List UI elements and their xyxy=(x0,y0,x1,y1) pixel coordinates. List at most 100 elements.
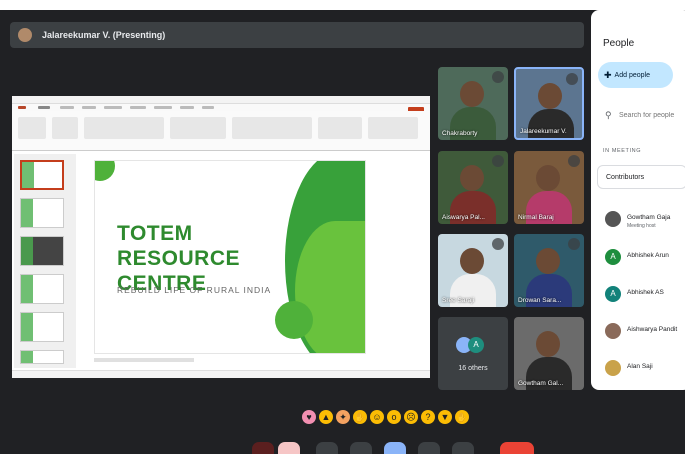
slide-subtitle: REBUILD LIFE OF RURAL INDIA xyxy=(117,285,272,295)
participant-video xyxy=(536,248,560,274)
participant-name: Aiswarya Pal... xyxy=(442,214,485,221)
call-controls xyxy=(0,440,685,454)
participant-tile[interactable]: Drowan Sara... xyxy=(514,234,584,307)
presenter-name: Jalareekumar V. (Presenting) xyxy=(42,30,166,40)
ppt-tab-file xyxy=(18,106,26,109)
slide-thumbnail xyxy=(20,350,64,364)
mic-off-icon xyxy=(492,238,504,250)
slide-decoration xyxy=(95,161,115,181)
person-name: Gowtham Gaja xyxy=(627,214,671,221)
reactions-bar: ♥ ▲ ✦ ✋ ☺ o ☹ ? ▼ ✋ xyxy=(302,410,469,424)
ppt-titlebar xyxy=(12,96,430,104)
participant-video xyxy=(528,109,574,138)
contributors-group[interactable]: Contributors xyxy=(597,165,685,189)
ppt-tab-home xyxy=(38,106,50,109)
current-slide: TOTEM RESOURCE CENTRE REBUILD LIFE OF RU… xyxy=(94,160,366,354)
participant-video xyxy=(460,165,484,191)
party-emoji[interactable]: ✦ xyxy=(336,410,350,424)
mic-off-icon xyxy=(492,155,504,167)
heart-emoji[interactable]: ♥ xyxy=(302,410,316,424)
participant-name: Chakraborty xyxy=(442,130,478,137)
person-row[interactable]: Gowtham Gaja Meeting host xyxy=(605,211,685,235)
slide-thumbnail xyxy=(20,312,64,342)
clap-emoji[interactable]: ✋ xyxy=(353,410,367,424)
more-options-button[interactable] xyxy=(452,442,474,454)
people-panel: People ✚ Add people ⚲ IN MEETING Contrib… xyxy=(591,10,685,390)
person-role: Meeting host xyxy=(627,223,656,229)
participant-tile[interactable]: Aiswarya Pal... xyxy=(438,151,508,224)
thinking-emoji[interactable]: ? xyxy=(421,410,435,424)
participant-name: Nirmal Baraj xyxy=(518,214,554,221)
add-people-button[interactable]: ✚ Add people xyxy=(598,62,673,88)
avatar: A xyxy=(605,249,621,265)
search-people-input[interactable] xyxy=(619,108,685,122)
raise-hand-button[interactable] xyxy=(418,442,440,454)
participant-tile[interactable]: Sree Saraji xyxy=(438,234,508,307)
ppt-tab-animations xyxy=(130,106,146,109)
mic-icon xyxy=(566,73,578,85)
present-button[interactable] xyxy=(384,442,406,454)
ribbon-editing-group xyxy=(318,117,362,139)
participant-name: Gowtham Gal... xyxy=(518,380,564,387)
avatar xyxy=(605,323,621,339)
in-meeting-heading: IN MEETING xyxy=(603,148,642,154)
participant-tile[interactable]: Nirmal Baraj xyxy=(514,151,584,224)
wow-emoji[interactable]: o xyxy=(387,410,401,424)
person-name: Alan Saji xyxy=(627,363,653,370)
slide-thumbnails xyxy=(14,154,76,368)
add-person-icon: ✚ xyxy=(604,69,612,80)
others-avatar: A xyxy=(468,337,484,353)
captions-button[interactable] xyxy=(316,442,338,454)
participant-name: Sree Saraji xyxy=(442,297,475,304)
avatar xyxy=(605,211,621,227)
ribbon-drawing-group xyxy=(232,117,312,139)
ppt-tab-slideshow xyxy=(154,106,172,109)
participant-tile[interactable]: Gowtham Gal... xyxy=(514,317,584,390)
slide-thumbnail xyxy=(20,274,64,304)
speaker-notes-area xyxy=(94,358,194,362)
ppt-ribbon-tabs xyxy=(12,104,430,113)
laugh-emoji[interactable]: ☺ xyxy=(370,410,384,424)
thumbs-down-emoji[interactable]: ▼ xyxy=(438,410,452,424)
thumbs-up-emoji[interactable]: ▲ xyxy=(319,410,333,424)
participant-video xyxy=(536,331,560,357)
person-row[interactable]: A Abhishek Arun xyxy=(605,249,685,273)
person-name: Aishwarya Pandit xyxy=(627,326,678,333)
slide-thumbnail xyxy=(20,236,64,266)
others-tile[interactable]: A 16 others xyxy=(438,317,508,390)
participant-name: Drowan Sara... xyxy=(518,297,562,304)
meeting-window: Jalareekumar V. (Presenting) TOTEM RESOU… xyxy=(0,10,685,454)
participant-video xyxy=(536,165,560,191)
participant-video xyxy=(460,248,484,274)
ribbon-paragraph-group xyxy=(170,117,226,139)
slide-thumbnail xyxy=(20,198,64,228)
ppt-status-bar xyxy=(12,370,430,378)
mic-button[interactable] xyxy=(252,442,274,454)
slide-thumbnail xyxy=(20,160,64,190)
mic-off-icon xyxy=(492,71,504,83)
participant-name: Jalareekumar V. xyxy=(520,128,567,135)
contributors-label: Contributors xyxy=(606,174,645,181)
avatar xyxy=(605,360,621,376)
emoji-button[interactable] xyxy=(350,442,372,454)
presenter-avatar xyxy=(18,28,32,42)
camera-button[interactable] xyxy=(278,442,300,454)
ribbon-font-group xyxy=(84,117,164,139)
presenter-bar: Jalareekumar V. (Presenting) xyxy=(10,22,584,48)
slide-decoration xyxy=(275,301,313,339)
end-call-button[interactable] xyxy=(500,442,534,454)
ppt-tab-view xyxy=(202,106,214,109)
add-people-label: Add people xyxy=(614,71,650,79)
ppt-tab-transitions xyxy=(104,106,122,109)
participant-video xyxy=(538,83,562,109)
participant-tile[interactable]: Chakraborty xyxy=(438,67,508,140)
search-icon: ⚲ xyxy=(605,110,612,120)
person-row[interactable]: Aishwarya Pandit xyxy=(605,323,685,347)
participant-tile-speaking[interactable]: Jalareekumar V. xyxy=(514,67,584,140)
shared-screen: TOTEM RESOURCE CENTRE REBUILD LIFE OF RU… xyxy=(12,96,430,378)
person-row[interactable]: Alan Saji xyxy=(605,360,685,384)
person-row[interactable]: A Abhishek AS xyxy=(605,286,685,310)
sad-emoji[interactable]: ☹ xyxy=(404,410,418,424)
raise-hand-emoji[interactable]: ✋ xyxy=(455,410,469,424)
avatar: A xyxy=(605,286,621,302)
